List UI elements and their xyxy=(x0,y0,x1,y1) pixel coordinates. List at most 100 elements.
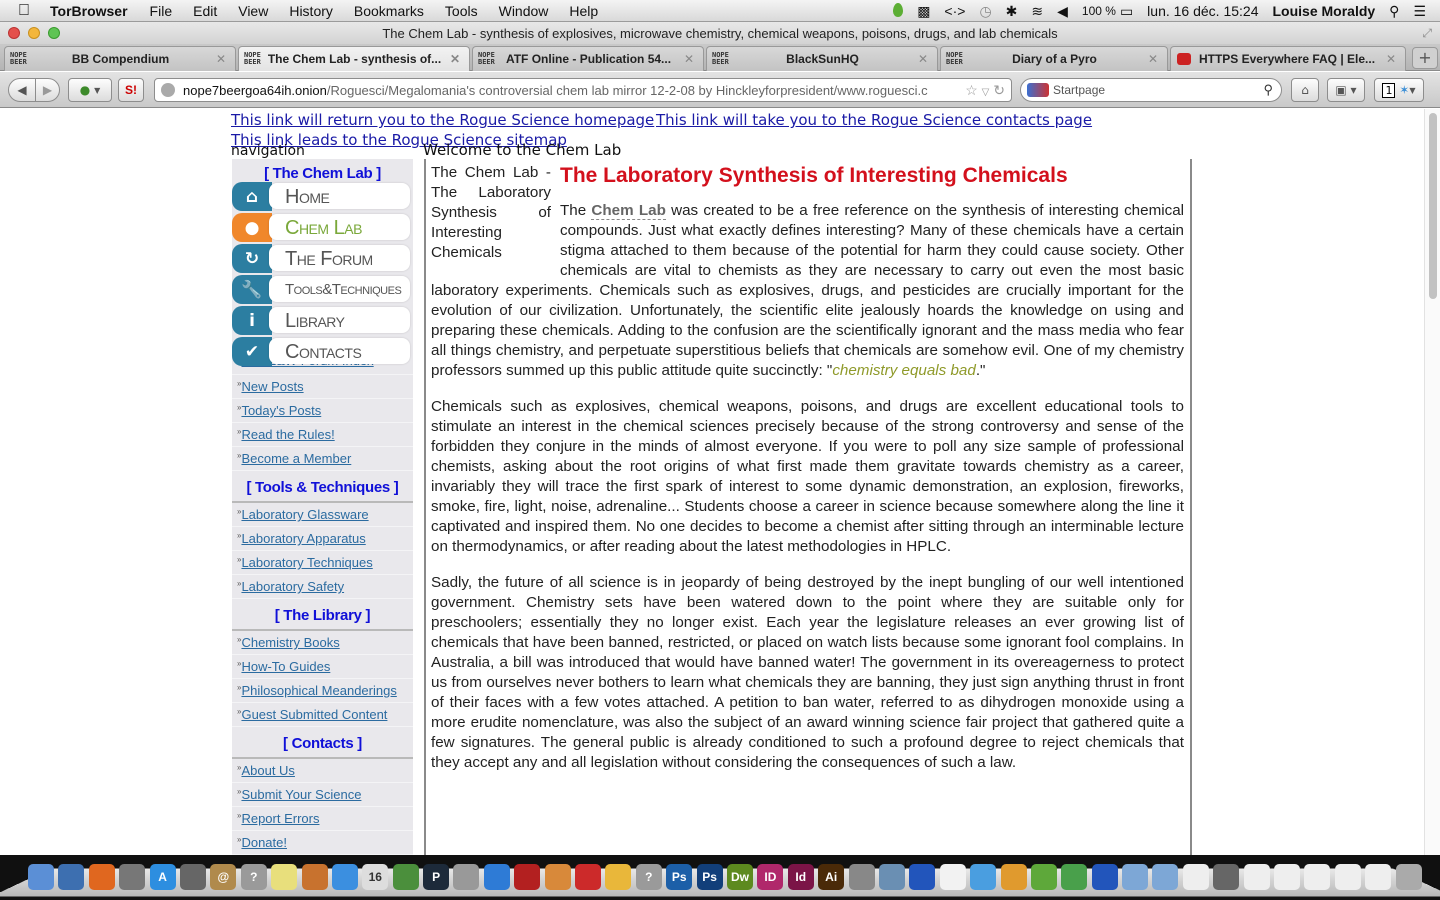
dreamweaver-icon[interactable]: Dw xyxy=(726,864,753,890)
photoshop-icon[interactable]: Ps xyxy=(696,864,723,890)
globe-icon[interactable] xyxy=(1061,864,1088,890)
sidebar-item[interactable]: »Laboratory Safety xyxy=(232,575,413,599)
tab-blacksunhq[interactable]: NOPE BEER BlackSunHQ ✕ xyxy=(706,46,938,71)
sidebar-item[interactable]: »Laboratory Glassware xyxy=(232,503,413,527)
photoshop-icon[interactable]: Ps xyxy=(666,864,693,890)
sidebar-link-chemistry-books[interactable]: Chemistry Books xyxy=(241,635,339,650)
sidebar-link-become-member[interactable]: Become a Member xyxy=(241,451,351,466)
close-tab-icon[interactable]: ✕ xyxy=(681,52,697,66)
folder-icon[interactable] xyxy=(1122,864,1149,890)
window-thumbnail-icon[interactable] xyxy=(1365,864,1392,890)
sidebar-item[interactable]: »New Posts xyxy=(232,375,413,399)
question-icon[interactable]: ? xyxy=(240,864,267,890)
p-app-icon[interactable]: P xyxy=(423,864,450,890)
sidebar-item[interactable]: »Submit Your Science xyxy=(232,783,413,807)
itunes-icon[interactable] xyxy=(483,864,510,890)
bookmark-star-icon[interactable]: ☆ xyxy=(965,82,978,98)
reload-icon[interactable]: ↻ xyxy=(993,82,1005,98)
addon-button[interactable]: 1 ✶ ▼ xyxy=(1374,78,1424,102)
sidebar-heading-contacts[interactable]: [ Contacts ] xyxy=(232,727,413,759)
menu-tools[interactable]: Tools xyxy=(445,3,478,19)
firefox-icon[interactable] xyxy=(88,864,115,890)
home-button[interactable]: ⌂ xyxy=(1291,78,1319,102)
menu-help[interactable]: Help xyxy=(569,3,598,19)
safari-icon[interactable] xyxy=(970,864,997,890)
sidebar-link-submit-science[interactable]: Submit Your Science xyxy=(241,787,361,802)
menu-history[interactable]: History xyxy=(289,3,333,19)
automator-icon[interactable] xyxy=(848,864,875,890)
sidebar-link-todays-posts[interactable]: Today's Posts xyxy=(241,403,321,418)
new-tab-button[interactable]: + xyxy=(1412,47,1438,69)
menu-item-library[interactable]: i Library xyxy=(232,305,413,336)
fullscreen-icon[interactable]: ⤢ xyxy=(1422,26,1432,41)
app-store-icon[interactable]: A xyxy=(149,864,176,890)
user-name[interactable]: Louise Moraldy xyxy=(1272,3,1375,19)
dropbox-icon[interactable] xyxy=(331,864,358,890)
printer-icon[interactable] xyxy=(453,864,480,890)
window-thumbnail-icon[interactable] xyxy=(1304,864,1331,890)
history-dropdown-icon[interactable]: ▽ xyxy=(982,87,990,98)
notification-list-icon[interactable]: ☰ xyxy=(1413,3,1426,20)
photo-booth-icon[interactable] xyxy=(514,864,541,890)
thunderbird-icon[interactable] xyxy=(58,864,85,890)
wifi-icon[interactable]: ≋ xyxy=(1031,3,1043,20)
numbers-icon[interactable] xyxy=(392,864,419,890)
sidebar-item[interactable]: »Philosophical Meanderings xyxy=(232,679,413,703)
sidebar-link-report-errors[interactable]: Report Errors xyxy=(241,811,319,826)
sidebar-link-techniques[interactable]: Laboratory Techniques xyxy=(241,555,372,570)
volume-icon[interactable]: ◀ xyxy=(1057,3,1068,20)
search-input[interactable]: Startpage xyxy=(1053,83,1263,97)
pages-icon[interactable] xyxy=(544,864,571,890)
site-identity-icon[interactable] xyxy=(161,83,175,97)
tab-diary-of-a-pyro[interactable]: NOPE BEER Diary of a Pyro ✕ xyxy=(940,46,1168,71)
vuze-icon[interactable] xyxy=(909,864,936,890)
sidebar-link-glassware[interactable]: Laboratory Glassware xyxy=(241,507,368,522)
menu-item-chem-lab[interactable]: ● Chem Lab xyxy=(232,212,413,243)
address-book-icon[interactable]: @ xyxy=(210,864,237,890)
cyberduck-icon[interactable] xyxy=(605,864,632,890)
archive-icon[interactable] xyxy=(1000,864,1027,890)
photo-icon[interactable] xyxy=(179,864,206,890)
indesign-icon[interactable]: ID xyxy=(757,864,784,890)
sidebar-item[interactable]: »Become a Member xyxy=(232,447,413,471)
sidebar-item[interactable]: »How-To Guides xyxy=(232,655,413,679)
folder-icon[interactable] xyxy=(1152,864,1179,890)
sidebar-item[interactable]: »Laboratory Apparatus xyxy=(232,527,413,551)
window-thumbnail-icon[interactable] xyxy=(1274,864,1301,890)
scrollbar-thumb[interactable] xyxy=(1429,113,1437,299)
sidebar-item[interactable]: »Guest Submitted Content xyxy=(232,703,413,727)
apple-menu-icon[interactable]:  xyxy=(18,2,36,19)
menu-view[interactable]: View xyxy=(238,3,268,19)
close-tab-icon[interactable]: ✕ xyxy=(213,52,229,66)
sidebar-link-safety[interactable]: Laboratory Safety xyxy=(241,579,344,594)
sidebar-link-how-to-guides[interactable]: How-To Guides xyxy=(241,659,330,674)
memory-icon[interactable]: ▩ xyxy=(917,3,930,20)
close-tab-icon[interactable]: ✕ xyxy=(1145,52,1161,66)
preview-icon[interactable] xyxy=(878,864,905,890)
sidebar-link-apparatus[interactable]: Laboratory Apparatus xyxy=(241,531,365,546)
tab-bb-compendium[interactable]: NOPE BEER BB Compendium ✕ xyxy=(4,46,236,71)
indesign-icon[interactable]: Id xyxy=(787,864,814,890)
sidebar-link-about-us[interactable]: About Us xyxy=(241,763,294,778)
close-tab-icon[interactable]: ✕ xyxy=(447,52,463,66)
zoom-window-button[interactable] xyxy=(48,27,60,39)
menu-item-tools[interactable]: 🔧 Tools&Techniques xyxy=(232,274,413,305)
chem-lab-abbr[interactable]: Chem Lab xyxy=(591,202,666,220)
search-bar[interactable]: Startpage ⚲ xyxy=(1020,78,1282,102)
sidebar-heading-tools[interactable]: [ Tools & Techniques ] xyxy=(232,471,413,503)
back-button[interactable]: ◀ xyxy=(8,78,36,102)
document-icon[interactable] xyxy=(939,864,966,890)
window-thumbnail-icon[interactable] xyxy=(1334,864,1361,890)
calendar-icon[interactable]: 16 xyxy=(362,864,389,890)
finder-icon[interactable] xyxy=(28,864,54,890)
question-icon[interactable]: ? xyxy=(635,864,662,890)
battery-icon[interactable]: ▭ xyxy=(1120,3,1133,20)
battery-percent[interactable]: 100 % xyxy=(1082,4,1116,18)
sidebar-item[interactable]: »Read the Rules! xyxy=(232,423,413,447)
sidebar-link-read-rules[interactable]: Read the Rules! xyxy=(241,427,334,442)
sidebar-link-donate[interactable]: Donate! xyxy=(241,835,287,850)
menu-file[interactable]: File xyxy=(150,3,173,19)
sidebar-heading-library[interactable]: [ The Library ] xyxy=(232,599,413,631)
sidebar-item[interactable]: »Report Errors xyxy=(232,807,413,831)
homepage-link[interactable]: This link will return you to the Rogue S… xyxy=(231,111,654,129)
